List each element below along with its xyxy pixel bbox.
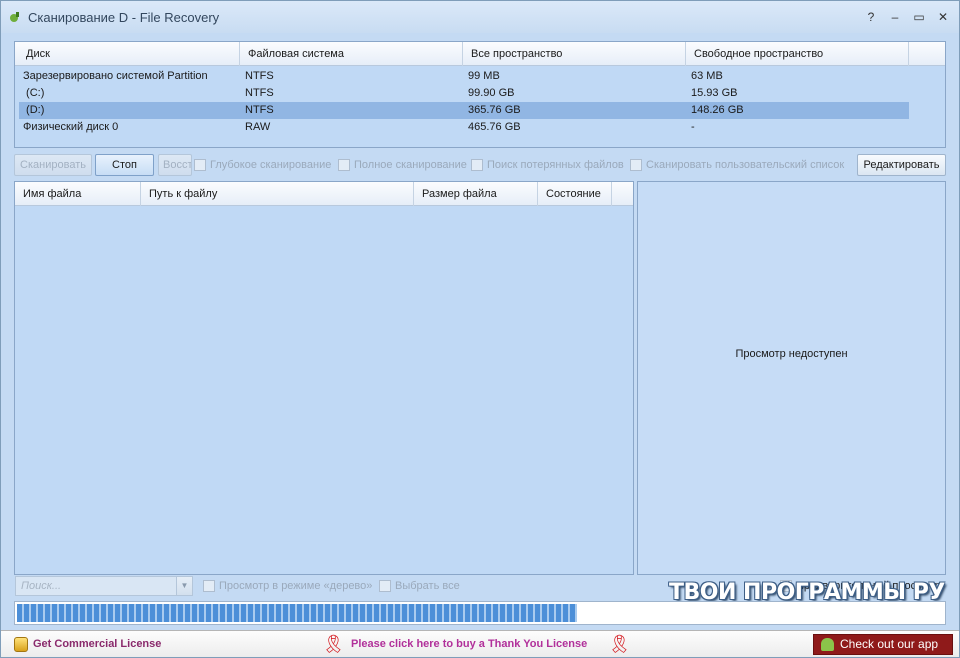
footer-bar: Get Commercial License 🎗 Please click he…	[1, 630, 959, 657]
disk-name: Зарезервировано системой Partition	[23, 70, 208, 82]
preview-pane: Просмотр недоступен	[637, 181, 946, 575]
disk-free: 63 MB	[691, 70, 723, 82]
disk-filesystem: NTFS	[245, 87, 274, 99]
close-button[interactable]: ✕	[935, 9, 951, 25]
disk-total: 99 MB	[468, 70, 500, 82]
column-header-free-space[interactable]: Свободное пространство	[686, 42, 909, 66]
help-icon[interactable]: ?	[863, 9, 879, 25]
thank-you-license-link[interactable]: Please click here to buy a Thank You Lic…	[351, 635, 587, 654]
scan-progress-bar	[14, 601, 946, 625]
ribbon-icon: 🎗	[608, 634, 631, 654]
disk-filesystem: RAW	[245, 121, 271, 133]
file-list-header: Имя файла Путь к файлу Размер файла Сост…	[15, 182, 633, 206]
restore-button[interactable]: Восст	[158, 154, 192, 176]
disk-filesystem: NTFS	[245, 104, 274, 116]
custom-list-label: Сканировать пользовательский список	[646, 159, 845, 171]
lost-files-label: Поиск потерянных файлов	[487, 159, 624, 171]
deep-scan-checkbox[interactable]: Глубокое сканирование	[194, 158, 331, 172]
custom-list-checkbox[interactable]: Сканировать пользовательский список	[630, 158, 844, 172]
disk-list-header: Диск Файловая система Все пространство С…	[15, 42, 945, 66]
ribbon-icon: 🎗	[322, 634, 345, 654]
full-scan-label: Полное сканирование	[354, 159, 467, 171]
chevron-down-icon[interactable]: ▼	[176, 577, 192, 595]
preview-unavailable-message: Просмотр недоступен	[735, 348, 848, 360]
file-list: Имя файла Путь к файлу Размер файла Сост…	[14, 181, 634, 575]
disk-row-selected[interactable]: (D:) NTFS 365.76 GB 148.26 GB	[19, 102, 909, 119]
scan-button[interactable]: Сканировать	[14, 154, 92, 176]
disk-total: 99.90 GB	[468, 87, 515, 99]
disk-list: Диск Файловая система Все пространство С…	[14, 41, 946, 148]
android-icon	[821, 638, 834, 651]
stop-button[interactable]: Стоп	[95, 154, 154, 176]
full-scan-checkbox[interactable]: Полное сканирование	[338, 158, 467, 172]
column-header-disk[interactable]: Диск	[18, 42, 240, 66]
disk-free: 148.26 GB	[691, 104, 744, 116]
disk-name: (C:)	[23, 87, 45, 99]
column-header-file-name[interactable]: Имя файла	[15, 182, 141, 206]
disk-name: (D:)	[23, 104, 45, 116]
title-bar[interactable]: Сканирование D - File Recovery ? – ▭ ✕	[1, 1, 959, 33]
lost-files-checkbox[interactable]: Поиск потерянных файлов	[471, 158, 624, 172]
disk-row[interactable]: Зарезервировано системой Partition NTFS …	[19, 68, 909, 85]
minimize-button[interactable]: –	[887, 9, 903, 25]
check-out-app-label: Check out our app	[840, 637, 939, 651]
edit-button[interactable]: Редактировать	[857, 154, 946, 176]
disk-free: 15.93 GB	[691, 87, 738, 99]
disk-filesystem: NTFS	[245, 70, 274, 82]
progress-fill	[17, 604, 577, 622]
disk-row[interactable]: Физический диск 0 RAW 465.76 GB -	[19, 119, 909, 136]
commercial-license-label: Get Commercial License	[33, 638, 162, 650]
app-window: Сканирование D - File Recovery ? – ▭ ✕ Д…	[0, 0, 960, 658]
coins-icon	[14, 637, 28, 652]
column-header-status[interactable]: Состояние	[538, 182, 612, 206]
maximize-button[interactable]: ▭	[911, 9, 927, 25]
app-icon	[10, 12, 19, 22]
column-header-filesystem[interactable]: Файловая система	[240, 42, 463, 66]
commercial-license-link[interactable]: Get Commercial License	[11, 635, 161, 654]
select-all-checkbox[interactable]: Выбрать все	[379, 579, 460, 593]
disk-row[interactable]: (C:) NTFS 99.90 GB 15.93 GB	[19, 85, 909, 102]
window-title: Сканирование D - File Recovery	[28, 10, 220, 25]
search-combobox[interactable]: Поиск... ▼	[15, 576, 193, 596]
select-all-label: Выбрать все	[395, 580, 460, 592]
column-header-file-size[interactable]: Размер файла	[414, 182, 538, 206]
disk-total: 465.76 GB	[468, 121, 521, 133]
disk-total: 365.76 GB	[468, 104, 521, 116]
deep-scan-label: Глубокое сканирование	[210, 159, 332, 171]
check-out-app-button[interactable]: Check out our app	[813, 634, 953, 655]
tree-view-checkbox[interactable]: Просмотр в режиме «дерево»	[203, 579, 372, 593]
disk-name: Физический диск 0	[23, 121, 119, 133]
column-header-file-path[interactable]: Путь к файлу	[141, 182, 414, 206]
search-placeholder: Поиск...	[21, 580, 62, 592]
disk-free: -	[691, 121, 695, 133]
tree-view-label: Просмотр в режиме «дерево»	[219, 580, 373, 592]
column-header-total-space[interactable]: Все пространство	[463, 42, 686, 66]
